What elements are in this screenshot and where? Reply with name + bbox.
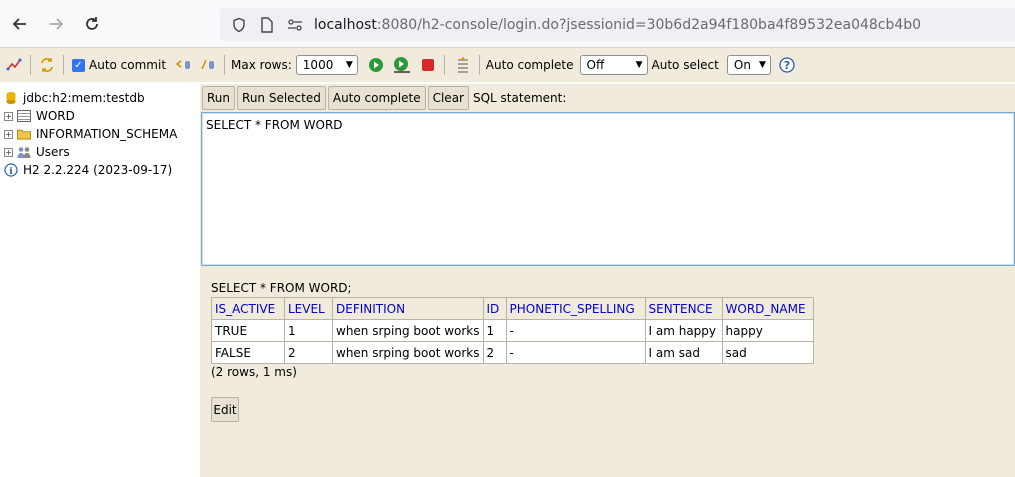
chevron-down-icon: ▼: [635, 60, 643, 70]
column-header[interactable]: ID: [482, 297, 507, 320]
auto-select-label: Auto select: [651, 58, 719, 72]
sql-input[interactable]: SELECT * FROM WORD: [201, 112, 1015, 266]
table-cell: -: [505, 341, 646, 364]
table-cell: when srping boot works: [332, 319, 484, 342]
run-selected-icon[interactable]: [392, 55, 412, 75]
result-summary: (2 rows, 1 ms): [211, 365, 297, 379]
table-cell: when srping boot works: [332, 341, 484, 364]
folder-icon: [17, 127, 31, 141]
table-row: TRUE 1 when srping boot works 1 - I am h…: [211, 319, 814, 342]
max-rows-select[interactable]: 1000 ▼: [295, 55, 358, 75]
run-icon[interactable]: [366, 55, 386, 75]
auto-complete-button[interactable]: Auto complete: [327, 85, 426, 110]
auto-commit-label: Auto commit: [89, 58, 167, 72]
auto-complete-select[interactable]: Off ▼: [579, 55, 648, 75]
separator: [443, 55, 445, 75]
database-icon: [4, 91, 18, 105]
chevron-down-icon: ▼: [758, 60, 766, 70]
table-cell: sad: [721, 341, 814, 364]
auto-complete-value: Off: [586, 58, 605, 72]
checkmark-icon[interactable]: ✓: [72, 58, 85, 72]
address-bar[interactable]: localhost:8080/h2-console/login.do?jsess…: [220, 8, 1015, 41]
refresh-icon[interactable]: [37, 55, 57, 75]
commit-icon[interactable]: [198, 55, 218, 75]
tree-version: i H2 2.2.224 (2023-09-17): [4, 161, 172, 179]
table-cell: I am happy: [644, 319, 723, 342]
table-cell: 2: [482, 341, 507, 364]
results-table: IS_ACTIVE LEVEL DEFINITION ID PHONETIC_S…: [211, 297, 814, 364]
tree-item-users[interactable]: + Users: [4, 143, 70, 161]
expand-icon[interactable]: +: [4, 111, 13, 121]
help-icon[interactable]: ?: [777, 55, 797, 75]
version-label: H2 2.2.224 (2023-09-17): [23, 163, 173, 177]
svg-text:i: i: [9, 167, 13, 177]
auto-complete-label: Auto complete: [485, 58, 574, 72]
table-cell: TRUE: [211, 319, 285, 342]
table-row: FALSE 2 when srping boot works 2 - I am …: [211, 341, 814, 364]
table-header-row: IS_ACTIVE LEVEL DEFINITION ID PHONETIC_S…: [211, 297, 814, 320]
table-cell: -: [505, 319, 646, 342]
disconnect-icon[interactable]: [4, 55, 24, 75]
forward-icon[interactable]: [44, 12, 68, 36]
sql-statement-label: SQL statement:: [472, 90, 567, 105]
max-rows-label: Max rows:: [231, 58, 292, 72]
url-text: localhost:8080/h2-console/login.do?jsess…: [314, 16, 922, 33]
permissions-icon[interactable]: [286, 16, 304, 34]
table-cell: I am sad: [644, 341, 723, 364]
table-cell: 1: [482, 319, 507, 342]
query-panel: Run Run Selected Auto complete Clear SQL…: [200, 84, 1015, 477]
max-rows-value: 1000: [302, 58, 334, 72]
table-cell: 2: [284, 341, 333, 364]
users-icon: [17, 145, 31, 159]
separator: [224, 55, 226, 75]
history-icon[interactable]: [453, 55, 473, 75]
column-header[interactable]: DEFINITION: [332, 297, 484, 320]
results-area: SELECT * FROM WORD; IS_ACTIVE LEVEL DEFI…: [200, 272, 1015, 477]
tree-item-label: INFORMATION_SCHEMA: [36, 127, 178, 141]
expand-icon[interactable]: +: [4, 129, 13, 139]
svg-text:?: ?: [784, 59, 790, 72]
column-header[interactable]: IS_ACTIVE: [211, 297, 285, 320]
table-cell: 1: [284, 319, 333, 342]
h2-toolbar: ✓ Auto commit Max rows: 1000 ▼ Auto compl…: [0, 48, 1015, 82]
table-icon: [17, 109, 31, 123]
schema-tree: jdbc:h2:mem:testdb + WORD + INFORMATION_…: [0, 84, 200, 477]
chevron-down-icon: ▼: [345, 60, 353, 70]
separator: [63, 55, 64, 75]
shield-icon[interactable]: [230, 16, 248, 34]
table-cell: FALSE: [211, 341, 285, 364]
column-header[interactable]: LEVEL: [284, 297, 333, 320]
column-header[interactable]: SENTENCE: [644, 297, 723, 320]
rollback-icon[interactable]: [174, 55, 194, 75]
clear-button[interactable]: Clear: [427, 85, 469, 110]
expand-icon[interactable]: +: [4, 147, 13, 157]
tree-connection[interactable]: jdbc:h2:mem:testdb: [4, 89, 145, 107]
separator: [30, 55, 31, 75]
auto-select-value: On: [733, 58, 751, 72]
query-toolbar: Run Run Selected Auto complete Clear SQL…: [200, 84, 1015, 111]
tree-item-label: Users: [36, 145, 70, 159]
auto-commit-checkbox[interactable]: ✓ Auto commit: [72, 58, 166, 72]
connection-label: jdbc:h2:mem:testdb: [23, 91, 145, 105]
auto-select-select[interactable]: On ▼: [726, 55, 771, 75]
back-icon[interactable]: [8, 12, 32, 36]
table-cell: happy: [721, 319, 814, 342]
browser-toolbar: localhost:8080/h2-console/login.do?jsess…: [0, 0, 1015, 48]
executed-sql: SELECT * FROM WORD;: [211, 281, 352, 295]
edit-button[interactable]: Edit: [211, 397, 239, 422]
stop-icon[interactable]: [418, 55, 438, 75]
info-icon: i: [4, 163, 18, 177]
separator: [478, 55, 480, 75]
column-header[interactable]: PHONETIC_SPELLING: [505, 297, 646, 320]
reload-icon[interactable]: [80, 12, 104, 36]
tree-item-word[interactable]: + WORD: [4, 107, 75, 125]
run-selected-button[interactable]: Run Selected: [237, 85, 326, 110]
page-icon[interactable]: [258, 16, 276, 34]
tree-item-information-schema[interactable]: + INFORMATION_SCHEMA: [4, 125, 177, 143]
tree-item-label: WORD: [36, 109, 75, 123]
run-button[interactable]: Run: [202, 85, 236, 110]
column-header[interactable]: WORD_NAME: [721, 297, 814, 320]
